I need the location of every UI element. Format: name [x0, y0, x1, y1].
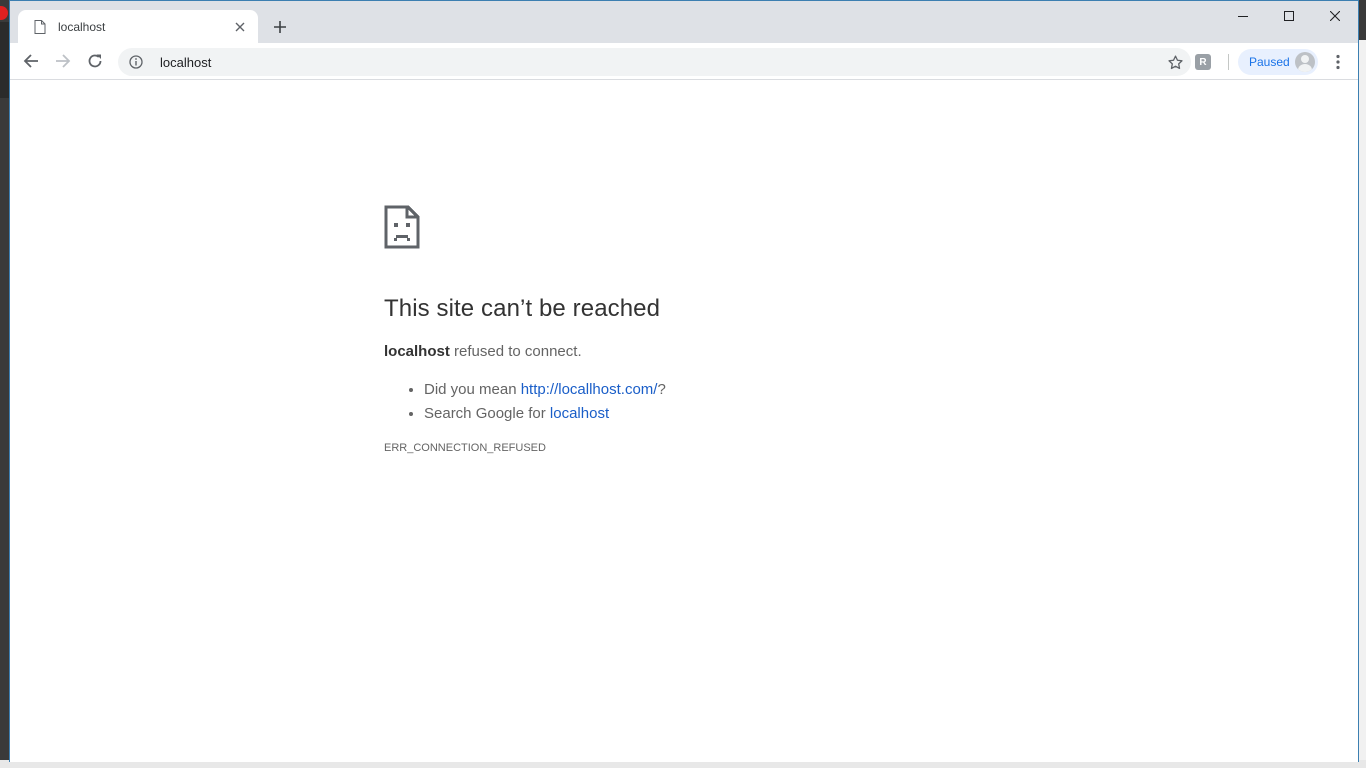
suggestion-item: Did you mean http://locallhost.com/? — [424, 378, 984, 402]
suggestion-text: Did you mean — [424, 381, 521, 398]
arrow-left-icon — [23, 54, 38, 68]
extension-icon[interactable]: R — [1195, 54, 1211, 70]
suggestion-link[interactable]: http://locallhost.com/ — [521, 381, 658, 398]
close-window-button[interactable] — [1312, 1, 1358, 31]
forward-button[interactable] — [49, 47, 77, 75]
url-text[interactable]: localhost — [160, 55, 1161, 70]
close-icon[interactable] — [232, 19, 248, 35]
menu-button[interactable] — [1326, 49, 1350, 75]
error-summary: localhost refused to connect. — [384, 343, 984, 360]
search-link[interactable]: localhost — [550, 405, 609, 422]
error-message: refused to connect. — [449, 343, 582, 360]
arrow-right-icon — [56, 54, 71, 68]
reload-button[interactable] — [81, 47, 109, 75]
suggestion-suffix: ? — [657, 381, 666, 398]
toolbar-divider — [1228, 54, 1229, 70]
profile-label: Paused — [1249, 55, 1290, 69]
error-code: ERR_CONNECTION_REFUSED — [384, 442, 546, 454]
maximize-icon — [1284, 11, 1294, 21]
suggestion-item: Search Google for localhost — [424, 402, 984, 426]
plus-icon — [274, 21, 286, 33]
more-vert-icon — [1336, 54, 1340, 70]
error-container: This site can’t be reached localhost ref… — [384, 205, 984, 454]
back-button[interactable] — [17, 47, 45, 75]
suggestion-text: Search Google for — [424, 405, 550, 422]
error-title: This site can’t be reached — [384, 295, 661, 322]
minimize-button[interactable] — [1220, 1, 1266, 31]
star-icon[interactable] — [1161, 48, 1189, 76]
page-content: This site can’t be reached localhost ref… — [10, 81, 1358, 762]
tab-localhost[interactable]: localhost — [18, 10, 258, 43]
close-icon — [1330, 11, 1340, 21]
toolbar: localhost R Paused — [10, 43, 1358, 80]
background-app-icon — [0, 6, 8, 20]
address-bar[interactable]: localhost — [118, 48, 1191, 76]
maximize-button[interactable] — [1266, 1, 1312, 31]
profile-button[interactable]: Paused — [1238, 49, 1318, 75]
background-window-edge-right — [1358, 40, 1366, 768]
sad-page-icon — [384, 205, 420, 249]
error-host: localhost — [384, 343, 450, 360]
document-icon — [32, 19, 48, 35]
new-tab-button[interactable] — [268, 15, 292, 39]
avatar-icon — [1295, 52, 1315, 72]
reload-icon — [88, 54, 102, 68]
minimize-icon — [1238, 16, 1248, 17]
suggestions-list: Did you mean http://locallhost.com/? Sea… — [424, 378, 984, 426]
tab-title: localhost — [58, 19, 106, 34]
info-icon[interactable] — [128, 54, 144, 70]
browser-window: localhost localhost R Paused This site c… — [9, 0, 1359, 762]
title-bar: localhost — [10, 1, 1358, 43]
